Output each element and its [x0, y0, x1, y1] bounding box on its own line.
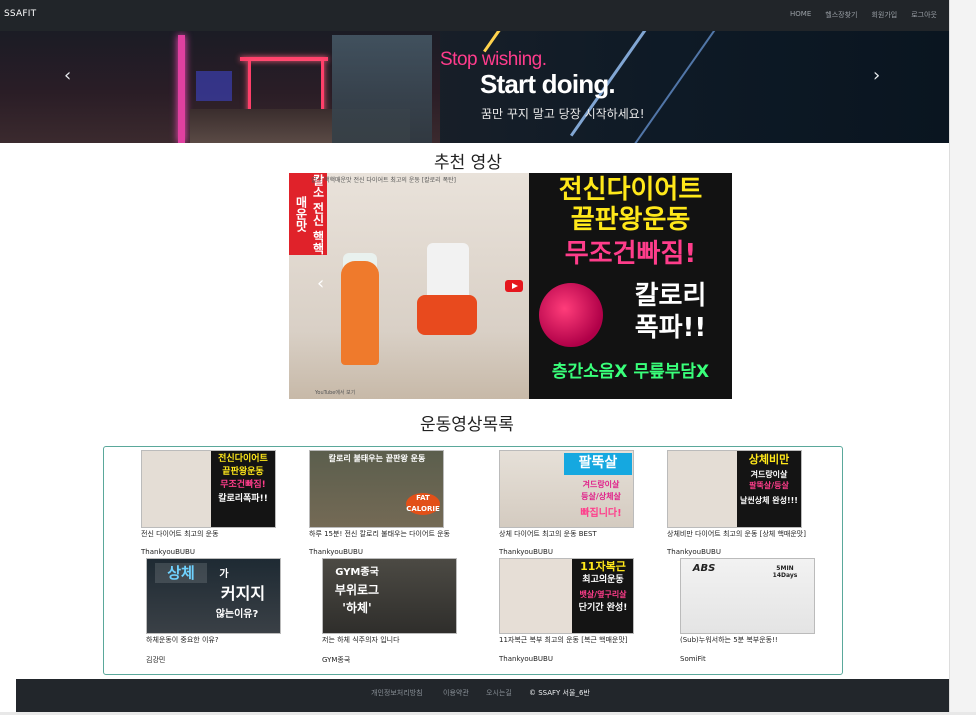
nav-home-link[interactable]: HOME [790, 10, 811, 20]
video-channel-6: GYM종국 [322, 656, 351, 664]
trainer-1 [341, 261, 379, 365]
video-caption-6: 층간소음X 무릎부담X [551, 362, 710, 382]
recommended-title: 추천 영상 [434, 153, 502, 173]
video-channel-8: SomiFit [680, 655, 706, 663]
trainer-2-legs [417, 295, 477, 335]
hero-line-1: Stop wishing. [440, 49, 547, 70]
video-prev-icon[interactable]: ‹ [317, 273, 324, 294]
video-title-6[interactable]: 저는 하체 식주의자 입니다 [322, 635, 400, 645]
bomb-icon [539, 283, 603, 347]
video-thumb-7[interactable]: 11자복근 최고의운동 뱃살/옆구리살 단기간 완성! [499, 558, 634, 634]
video-channel-2: ThankyouBUBU [309, 548, 363, 556]
video-list: 전신다이어트 끝판왕운동 무조건빠짐! 칼로리폭파!! 전신 다이어트 최고의 … [103, 446, 843, 675]
video-title-5[interactable]: 하체운동이 중요한 이유? [146, 635, 219, 645]
hero-line-3: 꿈만 꾸지 말고 당장 시작하세요! [481, 107, 645, 121]
video-channel-1: ThankyouBUBU [141, 548, 195, 556]
trainer-2 [427, 243, 469, 303]
video-caption-2: 끝판왕운동 [570, 205, 691, 235]
neon-light-left [178, 35, 185, 143]
video-thumb-5[interactable]: 상체 가 커지지 않는이유? [146, 558, 281, 634]
video-caption-4: 칼로리 [634, 281, 707, 311]
video-caption-1: 전신다이어트 [558, 175, 703, 205]
video-footer[interactable]: YouTube에서 보기 [315, 389, 355, 396]
video-channel-5: 김강민 [146, 656, 166, 664]
hero-carousel: Stop wishing. Start doing. 꿈만 꾸지 말고 당장 시… [0, 31, 949, 143]
footer-copyright: © SSAFY 서울_6반 [529, 689, 590, 697]
youtube-play-icon[interactable] [505, 280, 523, 292]
video-caption-3: 무조건빠짐! [564, 239, 697, 269]
video-title-8[interactable]: (Sub)누워서하는 5분 복부운동!! [680, 635, 778, 645]
video-title-7[interactable]: 11자복근 복부 최고의 운동 [복근 핵매운맛] [499, 635, 628, 645]
video-channel-4: ThankyouBUBU [667, 548, 721, 556]
video-thumb-1[interactable]: 전신다이어트 끝판왕운동 무조건빠짐! 칼로리폭파!! [141, 450, 276, 528]
carousel-prev-icon[interactable]: ‹ [64, 65, 71, 86]
video-title-3[interactable]: 상체 다이어트 최고의 운동 BEST [499, 529, 597, 539]
nav-logout-link[interactable]: 로그아웃 [911, 10, 937, 20]
footer-directions-link[interactable]: 오시는길 [486, 688, 512, 698]
video-thumb-3[interactable]: 팔뚝살 겨드랑이살 등살/상체살 빠집니다! [499, 450, 634, 528]
video-channel-7: ThankyouBUBU [499, 655, 553, 663]
footer-terms-link[interactable]: 이용약관 [443, 688, 469, 698]
video-thumb-4[interactable]: 상체비만 겨드랑이살 팔뚝살/등살 날씬상체 완성!!! [667, 450, 802, 528]
navbar: SSAFIT HOME 헬스장찾기 회원가입 로그아웃 [0, 0, 949, 31]
video-caption-5: 폭파!! [634, 313, 707, 343]
video-title: 칼소 핵핵매운맛 전신 다이어트 최고의 운동 [칼로리 폭탄] [311, 177, 456, 184]
video-thumb-2[interactable]: 칼로리 불태우는 끝판왕 운동 FAT CALORIE [309, 450, 444, 528]
brand-logo[interactable]: SSAFIT [4, 9, 36, 19]
video-side-tag: 칼소 전신 핵핵매운맛 [289, 173, 327, 255]
nav-links: HOME 헬스장찾기 회원가입 로그아웃 [790, 10, 937, 20]
gym-window [332, 35, 432, 143]
nav-gym-finder-link[interactable]: 헬스장찾기 [825, 10, 857, 20]
footer: 개인정보처리방침 이용약관 오시는길 © SSAFY 서울_6반 [16, 679, 949, 712]
video-thumb-6[interactable]: GYM종국 부위로그 '하체' [322, 558, 457, 634]
neon-frame [248, 61, 324, 114]
neon-light-blue [196, 71, 232, 101]
decor-stripe-blue-2 [634, 31, 722, 143]
video-title-1[interactable]: 전신 다이어트 최고의 운동 [141, 529, 219, 539]
carousel-next-icon[interactable]: › [873, 65, 880, 86]
video-channel-3: ThankyouBUBU [499, 548, 553, 556]
hero-line-2: Start doing. [480, 69, 616, 99]
recommended-video-player[interactable]: 칼소 전신 핵핵매운맛 칼소 핵핵매운맛 전신 다이어트 최고의 운동 [칼로리… [289, 173, 732, 399]
video-title-4[interactable]: 상체비만 다이어트 최고의 운동 [상체 핵매운맛] [667, 529, 806, 539]
video-thumb-8[interactable]: ABS 5MIN 14Days [680, 558, 815, 634]
list-title: 운동영상목록 [420, 415, 514, 435]
video-title-2[interactable]: 하루 15분! 전신 칼로리 불태우는 다이어트 운동 [309, 529, 450, 539]
footer-privacy-link[interactable]: 개인정보처리방침 [371, 688, 423, 698]
page-scrollbar[interactable] [949, 0, 976, 715]
nav-signup-link[interactable]: 회원가입 [871, 10, 897, 20]
